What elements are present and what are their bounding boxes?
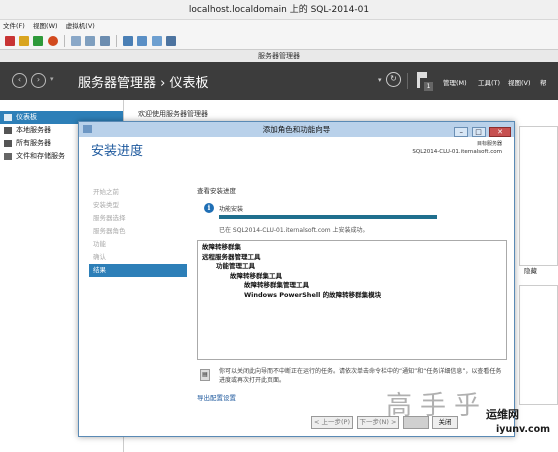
step-confirmation: 确认 <box>93 253 106 261</box>
install-success-message: 已在 SQL2014-CLU-01.iternalsoft.com 上安装成功。 <box>219 227 369 234</box>
menu-tools[interactable]: 工具(T) <box>478 77 500 87</box>
play-icon[interactable] <box>33 36 44 46</box>
wizard-title: 添加角色和功能向导 <box>262 125 331 134</box>
vm-window-title: localhost.localdomain 上的 SQL-2014-01 <box>0 0 558 20</box>
menu-view[interactable]: 视图(V) <box>508 77 531 87</box>
watermark-url: iyunv.com <box>496 424 551 435</box>
close-icon[interactable]: ✕ <box>489 127 511 137</box>
power-icon[interactable] <box>47 36 58 46</box>
step-installation-type: 安装类型 <box>93 201 119 209</box>
watermark-site-name: 运维网 <box>486 408 519 421</box>
result-item: 功能管理工具 <box>216 262 255 270</box>
sidebar-item-label: 所有服务器 <box>16 139 51 147</box>
result-item: 故障转移群集 <box>202 243 241 251</box>
install-progress-fill <box>219 215 437 219</box>
page-title: 安装进度 <box>91 144 144 159</box>
info-icon: i <box>204 203 214 213</box>
toolbar-separator <box>115 35 117 47</box>
wizard-steps: 开始之前 安装类型 服务器选择 服务器角色 功能 确认 结果 <box>89 186 187 277</box>
server-manager-window-title: 服务器管理器 <box>0 50 558 62</box>
welcome-title: 欢迎使用服务器管理器 <box>138 110 208 118</box>
breadcrumb: 服务器管理器 › 仪表板 <box>78 76 209 91</box>
vm-menu-vm[interactable]: 虚拟机(V) <box>63 20 98 32</box>
fullscreen-icon[interactable] <box>123 36 134 46</box>
nav-dropdown-icon[interactable]: ▾ <box>50 75 54 83</box>
notification-badge: 1 <box>424 82 433 91</box>
flag-banner <box>420 72 427 78</box>
previous-button[interactable]: < 上一步(P) <box>311 416 353 429</box>
menu-manage[interactable]: 管理(M) <box>443 77 467 87</box>
vm-menu-view[interactable]: 视图(W) <box>30 20 61 32</box>
dashboard-icon <box>4 114 12 121</box>
step-results[interactable]: 结果 <box>89 264 187 277</box>
storage-icon <box>4 153 12 160</box>
stop-icon[interactable] <box>5 36 15 46</box>
pause-icon[interactable] <box>19 36 30 46</box>
wizard-titlebar: 添加角色和功能向导 – □ ✕ <box>79 122 514 137</box>
menu-help[interactable]: 帮 <box>540 77 547 87</box>
tip-text: 你可以关闭此向导而不中断正在运行的任务。请依次单击命令栏中的“通知”和“任务详细… <box>219 368 502 384</box>
maximize-icon[interactable]: □ <box>471 127 486 137</box>
server-manager-header: ‹ › ▾ 服务器管理器 › 仪表板 ▾ ↻ 1 管理(M) 工具(T) 视图(… <box>0 62 558 100</box>
quick-start-panel <box>519 126 558 266</box>
forward-icon[interactable]: › <box>31 73 46 88</box>
view-progress-label: 查看安装进度 <box>197 187 236 195</box>
feature-install-label: 功能安装 <box>219 206 244 213</box>
roles-tile <box>519 285 558 405</box>
install-progress-bar <box>219 215 437 219</box>
snapshot-icon[interactable] <box>71 36 82 46</box>
result-item: 故障转移群集管理工具 <box>244 281 309 289</box>
servers-icon <box>4 140 12 147</box>
manage-snapshot-icon[interactable] <box>99 36 110 46</box>
toolbar-separator <box>63 35 65 47</box>
step-before-you-begin: 开始之前 <box>93 188 119 196</box>
results-list[interactable]: 故障转移群集 远程服务器管理工具 功能管理工具 故障转移群集工具 故障转移群集管… <box>197 240 507 360</box>
settings-icon[interactable] <box>165 36 176 46</box>
step-features: 功能 <box>93 240 106 248</box>
refresh-icon[interactable]: ↻ <box>386 72 401 87</box>
vm-menu-file[interactable]: 文件(F) <box>0 20 28 32</box>
hide-link[interactable]: 隐藏 <box>524 265 537 275</box>
back-icon[interactable]: ‹ <box>12 73 27 88</box>
vm-menubar: 文件(F) 视图(W) 虚拟机(V) <box>0 20 558 32</box>
watermark-text: 高手乎 <box>386 391 489 421</box>
sidebar-item-label: 仪表板 <box>16 113 37 121</box>
header-divider <box>407 73 408 89</box>
destination-server-label: 目标服务器 <box>476 141 502 147</box>
step-server-roles: 服务器角色 <box>93 227 126 235</box>
console-icon[interactable] <box>137 36 148 46</box>
result-item: 远程服务器管理工具 <box>202 252 261 261</box>
export-settings-link[interactable]: 导出配置设置 <box>197 392 236 402</box>
vm-toolbar <box>0 32 558 50</box>
minimize-icon[interactable]: – <box>454 127 469 137</box>
send-keys-icon[interactable] <box>151 36 162 46</box>
wizard-content: 查看安装进度 i 功能安装 已在 SQL2014-CLU-01.iternals… <box>197 182 507 412</box>
result-item: Windows PowerShell 的故障转移群集模块 <box>244 290 382 299</box>
revert-icon[interactable] <box>85 36 96 46</box>
refresh-dropdown-icon[interactable]: ▾ <box>378 76 382 84</box>
wizard-header <box>79 137 514 184</box>
tip-icon: ▤ <box>200 369 210 381</box>
sidebar-item-label: 本地服务器 <box>16 126 51 134</box>
step-server-selection: 服务器选择 <box>93 214 126 222</box>
sidebar-item-label: 文件和存储服务 <box>16 152 65 160</box>
destination-server-value: SQL2014-CLU-01.iternalsoft.com <box>412 149 502 155</box>
wizard-app-icon <box>83 125 92 133</box>
result-item: 故障转移群集工具 <box>230 271 282 280</box>
server-icon <box>4 127 12 134</box>
